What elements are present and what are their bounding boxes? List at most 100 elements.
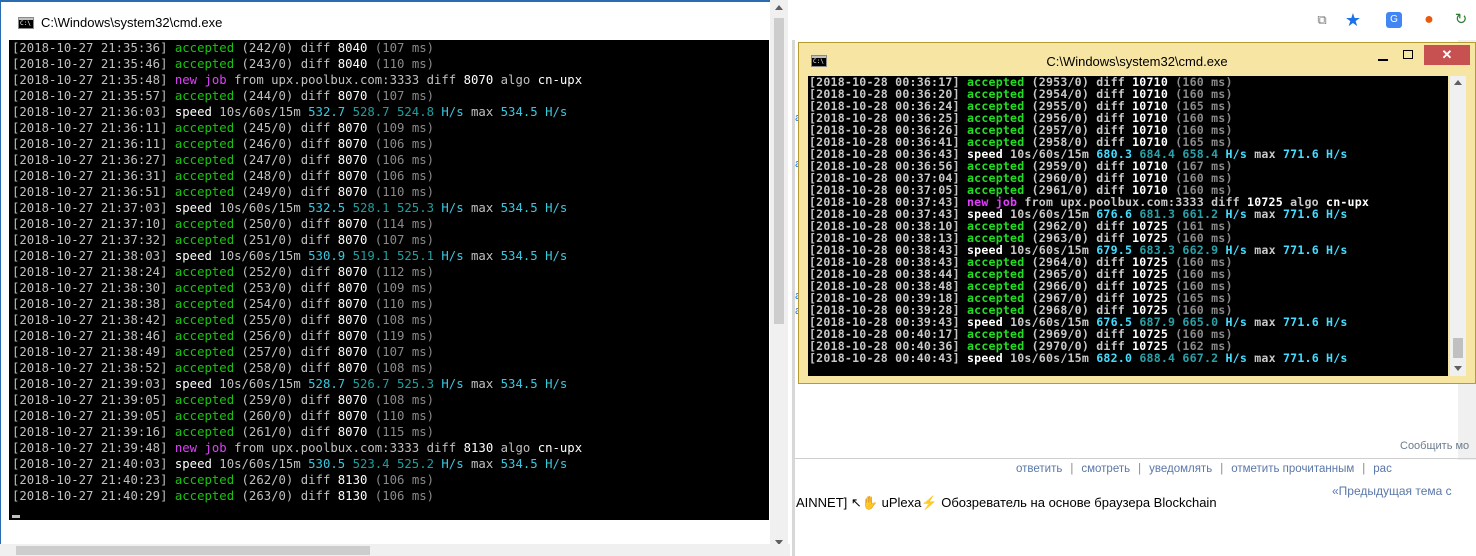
console-text: accepted: [174, 265, 242, 279]
left-console-window[interactable]: C:\Windows\system32\cmd.exe [2018-10-27 …: [0, 0, 771, 544]
console-text: (112 ms): [374, 265, 435, 279]
console-text: (108 ms): [374, 313, 435, 327]
minimize-button[interactable]: [1374, 47, 1394, 65]
console-text: 523.4 525.2: [352, 457, 442, 471]
previous-topic-link[interactable]: «Предыдущая тема с: [1332, 484, 1452, 498]
console-text: (108 ms): [374, 361, 435, 375]
console-text: (110 ms): [374, 297, 435, 311]
console-text: speed: [174, 249, 220, 263]
console-line: [2018-10-27 21:37:03] speed 10s/60s/15m …: [9, 200, 769, 216]
console-text: 528.7 524.8: [352, 105, 442, 119]
console-text: 771.6 H/s: [1282, 315, 1348, 329]
console-text: (251/0) diff: [241, 233, 338, 247]
console-text: [2018-10-27 21:40:29]: [12, 489, 175, 503]
left-console-output[interactable]: [2018-10-27 21:35:36] accepted (242/0) d…: [9, 40, 769, 520]
more-link[interactable]: рас: [1373, 463, 1392, 475]
watch-link[interactable]: смотреть: [1081, 463, 1130, 475]
console-text: 8070: [337, 153, 375, 167]
scroll-down-arrow-icon[interactable]: [1454, 366, 1462, 371]
console-text: max: [471, 377, 501, 391]
console-text: 534.5 H/s: [500, 249, 568, 263]
left-vertical-scroll-thumb[interactable]: [774, 18, 784, 324]
console-text: (106 ms): [374, 137, 435, 151]
console-text: 528.1 525.3: [352, 201, 442, 215]
console-text: 8070: [337, 169, 375, 183]
console-cursor: [12, 515, 20, 518]
scroll-up-arrow-icon[interactable]: [775, 5, 783, 10]
console-line: [2018-10-27 21:39:16] accepted (261/0) d…: [9, 424, 769, 440]
console-text: 534.5 H/s: [500, 377, 568, 391]
console-text: [2018-10-27 21:38:52]: [12, 361, 175, 375]
console-text: 8070: [337, 361, 375, 375]
cursor-arrow-icon: ↖: [850, 495, 862, 510]
right-vertical-scroll-thumb[interactable]: [1453, 338, 1463, 358]
console-text: (263/0) diff: [241, 489, 338, 503]
notify-link[interactable]: уведомлять: [1149, 463, 1212, 475]
left-horizontal-scroll-thumb[interactable]: [16, 546, 370, 555]
console-text: (107 ms): [374, 89, 435, 103]
console-text: max: [1254, 351, 1283, 365]
console-line: [2018-10-27 21:36:03] speed 10s/60s/15m …: [9, 104, 769, 120]
console-text: (260/0) diff: [241, 409, 338, 423]
console-text: H/s: [441, 249, 472, 263]
console-line: [2018-10-27 21:39:48] new job from upx.p…: [9, 440, 769, 456]
console-text: 10s/60s/15m: [219, 377, 309, 391]
console-line: [2018-10-27 21:40:23] accepted (262/0) d…: [9, 472, 769, 488]
left-vertical-scrollbar[interactable]: [770, 0, 788, 556]
console-text: (244/0) diff: [241, 89, 338, 103]
console-text: speed: [966, 351, 1011, 365]
console-text: 528.7: [308, 377, 353, 391]
console-text: 10s/60s/15m: [219, 105, 309, 119]
console-line: [2018-10-27 21:38:38] accepted (254/0) d…: [9, 296, 769, 312]
console-text: 534.5 H/s: [500, 105, 568, 119]
console-text: 688.4 667.2: [1139, 351, 1226, 365]
scroll-up-arrow-icon[interactable]: [1454, 80, 1462, 85]
translate-extension-icon[interactable]: G: [1386, 12, 1402, 28]
console-text: speed: [174, 105, 220, 119]
right-vertical-scrollbar[interactable]: [1450, 76, 1466, 376]
reply-link[interactable]: ответить: [1016, 463, 1062, 475]
console-line: [2018-10-27 21:35:48] new job from upx.p…: [9, 72, 769, 88]
left-window-titlebar[interactable]: C:\Windows\system32\cmd.exe: [1, 0, 771, 40]
mark-read-link[interactable]: отметить прочитанным: [1231, 463, 1354, 475]
console-text: accepted: [174, 297, 242, 311]
report-link[interactable]: Сообщить мо: [1400, 440, 1469, 452]
console-line: [2018-10-27 21:38:24] accepted (252/0) d…: [9, 264, 769, 280]
close-button[interactable]: ✕: [1424, 45, 1470, 65]
console-text: (248/0) diff: [241, 169, 338, 183]
console-text: from upx.poolbux.com:3333 diff: [234, 441, 464, 455]
console-text: algo: [500, 441, 538, 455]
console-text: [2018-10-27 21:38:24]: [12, 265, 175, 279]
console-text: [2018-10-27 21:36:31]: [12, 169, 175, 183]
console-text: (256/0) diff: [241, 329, 338, 343]
console-text: [2018-10-27 21:36:03]: [12, 105, 175, 119]
console-text: algo: [500, 73, 538, 87]
console-text: 8130: [337, 473, 375, 487]
console-text: (119 ms): [374, 329, 435, 343]
console-text: 532.5: [308, 201, 353, 215]
translate-icon[interactable]: ⧉: [1312, 10, 1332, 30]
console-text: 10s/60s/15m: [1010, 351, 1097, 365]
console-line: [2018-10-27 21:36:31] accepted (248/0) d…: [9, 168, 769, 184]
right-console-window[interactable]: C:\Windows\system32\cmd.exe ✕ [2018-10-2…: [798, 42, 1476, 384]
console-line: [2018-10-27 21:38:42] accepted (255/0) d…: [9, 312, 769, 328]
fire-extension-icon[interactable]: ●: [1419, 10, 1439, 30]
console-text: (242/0) diff: [241, 41, 338, 55]
console-text: accepted: [174, 169, 242, 183]
right-console-output[interactable]: [2018-10-28 00:36:17] accepted (2953/0) …: [808, 76, 1448, 376]
star-icon[interactable]: ★: [1343, 10, 1363, 30]
left-horizontal-scrollbar[interactable]: [0, 544, 790, 556]
console-text: accepted: [174, 89, 242, 103]
maximize-button[interactable]: [1399, 47, 1419, 65]
console-text: accepted: [174, 233, 242, 247]
console-text: max: [471, 105, 501, 119]
console-text: [2018-10-27 21:35:46]: [12, 57, 175, 71]
console-text: (250/0) diff: [241, 217, 338, 231]
console-text: (254/0) diff: [241, 297, 338, 311]
console-line: [2018-10-27 21:35:36] accepted (242/0) d…: [9, 40, 769, 56]
sync-extension-icon[interactable]: ↻: [1451, 10, 1471, 30]
console-text: [2018-10-27 21:36:11]: [12, 121, 175, 135]
console-text: (110 ms): [374, 57, 435, 71]
topic-rest: Обозреватель на основе браузера Blockcha…: [941, 495, 1217, 510]
console-line: [2018-10-27 21:39:05] accepted (259/0) d…: [9, 392, 769, 408]
